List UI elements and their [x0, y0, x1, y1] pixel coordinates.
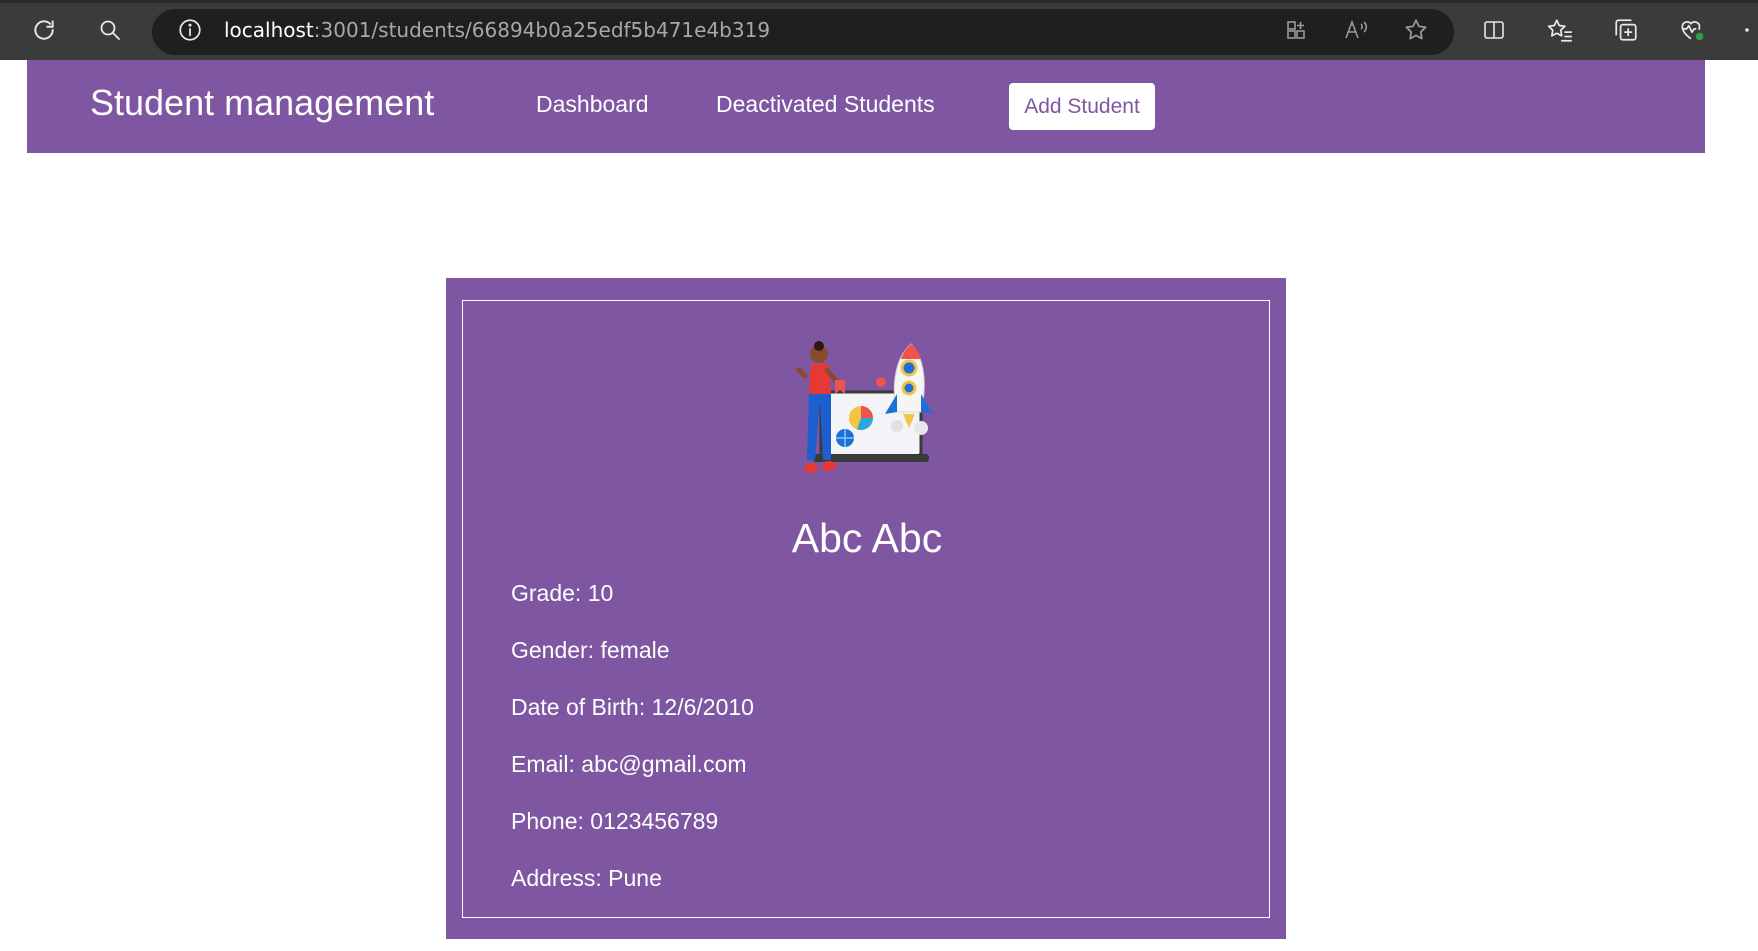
- tab-strip-edge: [0, 0, 1758, 3]
- url-text[interactable]: localhost:3001/students/66894b0a25edf5b4…: [224, 18, 770, 42]
- collections-icon: [1615, 19, 1637, 41]
- apps-button[interactable]: [1278, 12, 1314, 48]
- more-icon: [1745, 28, 1749, 32]
- student-grade: Grade: 10: [511, 580, 614, 606]
- read-aloud-button[interactable]: [1338, 12, 1374, 48]
- reload-button[interactable]: [26, 12, 62, 48]
- search-icon: [100, 20, 120, 40]
- student-address: Address: Pune: [511, 865, 662, 891]
- url-path: :3001/students/66894b0a25edf5b471e4b319: [313, 18, 771, 42]
- favorite-button[interactable]: [1398, 12, 1434, 48]
- brand-title[interactable]: Student management: [90, 82, 434, 124]
- favorite-star-icon: [1405, 19, 1427, 40]
- info-icon: [179, 19, 201, 41]
- student-phone: Phone: 0123456789: [511, 808, 719, 834]
- favorites-button[interactable]: [1542, 12, 1578, 48]
- browser-toolbar: localhost:3001/students/66894b0a25edf5b4…: [0, 0, 1758, 60]
- browser-essentials-button[interactable]: [1674, 12, 1710, 48]
- add-student-button[interactable]: Add Student: [1009, 83, 1155, 130]
- more-button[interactable]: [1736, 12, 1758, 48]
- favorites-icon: [1547, 19, 1572, 42]
- split-screen-button[interactable]: [1476, 12, 1512, 48]
- reload-icon: [34, 20, 54, 40]
- apps-icon: [1287, 21, 1305, 39]
- student-card: Abc Abc Grade: 10 Gender: female Date of…: [446, 278, 1286, 939]
- app-navbar: Student management Dashboard Deactivated…: [27, 60, 1705, 153]
- url-host: localhost: [224, 18, 314, 42]
- nav-link-dashboard[interactable]: Dashboard: [536, 91, 649, 118]
- search-button[interactable]: [92, 12, 128, 48]
- nav-link-deactivated-students[interactable]: Deactivated Students: [716, 91, 935, 118]
- read-aloud-icon: [1345, 19, 1368, 39]
- collections-button[interactable]: [1608, 12, 1644, 48]
- student-email: Email: abc@gmail.com: [511, 751, 747, 777]
- student-date-of-birth: Date of Birth: 12/6/2010: [511, 694, 754, 720]
- split-screen-icon: [1484, 21, 1504, 39]
- student-name: Abc Abc: [791, 515, 943, 561]
- student-gender: Gender: female: [511, 637, 670, 663]
- student-card-inner: Abc Abc Grade: 10 Gender: female Date of…: [462, 300, 1270, 918]
- student-illustration: [796, 341, 933, 473]
- site-info-button[interactable]: [172, 12, 208, 48]
- browser-essentials-icon: [1681, 21, 1704, 41]
